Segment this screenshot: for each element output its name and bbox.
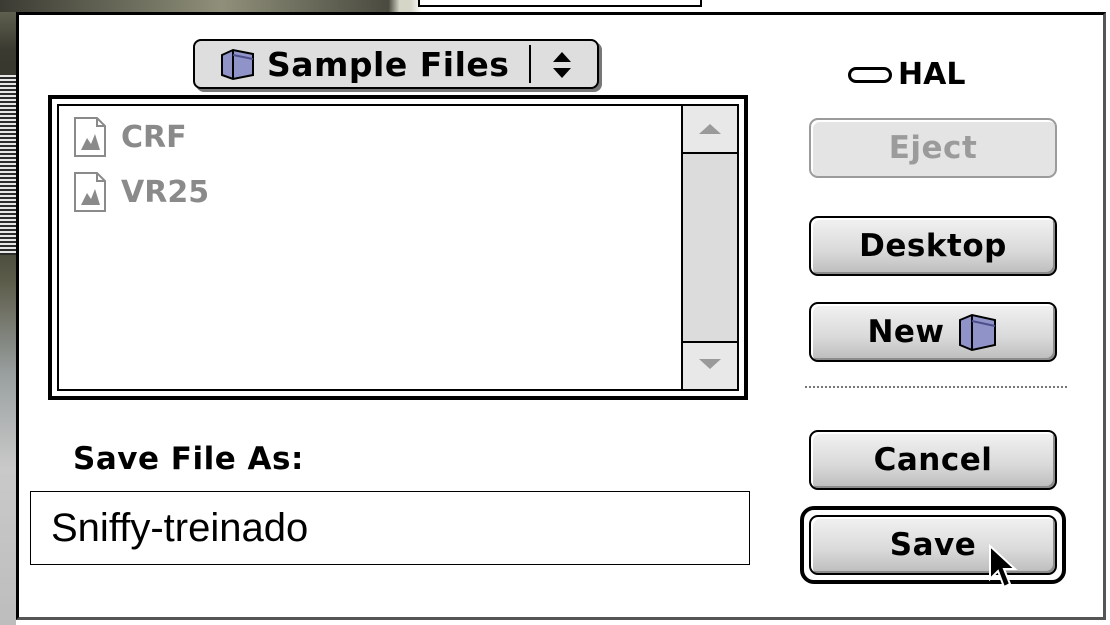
eject-button[interactable]: Eject	[809, 118, 1057, 178]
desktop-background-top	[0, 0, 1110, 12]
popup-divider	[529, 45, 531, 83]
disk-name: HAL	[848, 57, 965, 92]
list-item[interactable]: VR25	[73, 171, 209, 213]
document-icon	[74, 172, 106, 212]
desktop-button[interactable]: Desktop	[809, 216, 1057, 276]
file-name-input[interactable]	[31, 492, 749, 564]
vertical-scrollbar[interactable]	[681, 106, 737, 389]
folder-icon	[221, 48, 254, 81]
button-separator	[805, 386, 1067, 388]
save-file-dialog: Sample Files HAL CRF VR25 Eject Desktop …	[16, 12, 1106, 620]
down-arrow-icon	[699, 359, 721, 369]
desktop-background	[0, 0, 16, 625]
list-item[interactable]: CRF	[73, 116, 187, 158]
hard-disk-icon	[848, 66, 892, 83]
document-icon	[74, 117, 106, 157]
file-name: VR25	[121, 174, 210, 210]
up-down-arrows-icon	[553, 52, 571, 78]
save-as-label: Save File As:	[73, 441, 304, 477]
file-name: CRF	[121, 119, 187, 155]
scroll-down-button[interactable]	[683, 341, 737, 389]
background-window-frame	[418, 0, 702, 7]
folder-popup-menu[interactable]: Sample Files	[193, 39, 599, 89]
new-folder-button-label: New	[867, 314, 945, 350]
scroll-up-button[interactable]	[683, 106, 737, 154]
cancel-button[interactable]: Cancel	[809, 430, 1057, 490]
file-name-field[interactable]	[30, 491, 750, 565]
desktop-button-label: Desktop	[859, 228, 1007, 264]
new-folder-icon	[958, 313, 996, 352]
background-window-stripes	[0, 75, 16, 255]
folder-popup-label: Sample Files	[267, 44, 510, 84]
mouse-pointer-icon	[989, 543, 1018, 589]
up-arrow-icon	[699, 124, 721, 134]
new-folder-button[interactable]: New	[809, 302, 1057, 362]
file-list-inner: CRF VR25	[57, 104, 739, 391]
disk-label: HAL	[898, 57, 966, 92]
file-list[interactable]: CRF VR25	[48, 95, 748, 400]
